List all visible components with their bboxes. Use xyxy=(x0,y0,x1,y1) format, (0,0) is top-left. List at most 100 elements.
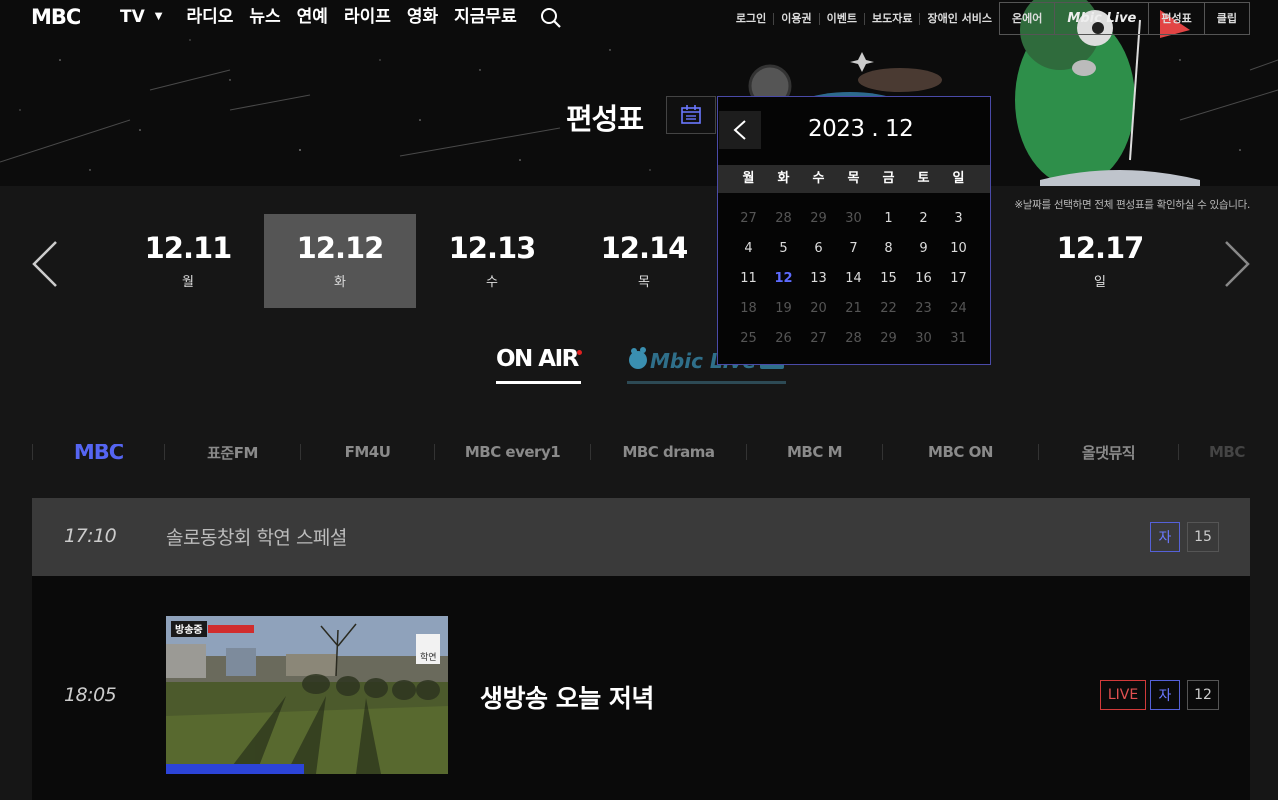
channel-more[interactable]: MBC xyxy=(1178,444,1250,460)
date-number: 12.17 xyxy=(1056,231,1145,265)
calendar-day[interactable]: 17 xyxy=(941,264,976,294)
calendar-grid: 27 28 29 30 1 2 3 4 5 6 7 8 9 10 11 12 1… xyxy=(731,204,981,354)
util-schedule[interactable]: 편성표 xyxy=(1149,2,1205,35)
weekday-label: 토 xyxy=(917,171,930,186)
channel-mbc-on[interactable]: MBC ON xyxy=(882,444,1038,460)
date-item[interactable]: 12.14 목 xyxy=(568,214,720,308)
calendar-day: 29 xyxy=(880,331,897,346)
calendar-day[interactable]: 13 xyxy=(801,264,836,294)
channel-all-that-music[interactable]: 올댓뮤직 xyxy=(1038,444,1178,460)
schedule-row-onair[interactable]: 18:05 방송중 학연 생방송 오늘 저녁 LIVE 자 12 xyxy=(32,576,1250,800)
nav-news[interactable]: 뉴스 xyxy=(249,5,280,29)
calendar-day: 28 xyxy=(775,211,792,226)
page-title: 편성표 xyxy=(566,102,644,136)
calendar-day: 25 xyxy=(740,331,757,346)
channel-every1[interactable]: MBC every1 xyxy=(434,444,590,460)
calendar-day[interactable]: 11 xyxy=(731,264,766,294)
channel-mbc-m[interactable]: MBC M xyxy=(746,444,882,460)
weekday-label: 목 xyxy=(847,171,860,186)
calendar-day[interactable]: 4 xyxy=(731,234,766,264)
calendar-day: 30 xyxy=(845,211,862,226)
date-number: 12.12 xyxy=(296,231,385,265)
date-item[interactable]: 12.17 일 xyxy=(1024,214,1176,308)
weekday-label: 화 xyxy=(777,171,790,186)
calendar-day: 21 xyxy=(845,301,862,316)
calendar-day: 27 xyxy=(740,211,757,226)
calendar-day: 23 xyxy=(915,301,932,316)
date-item-active[interactable]: 12.12 화 xyxy=(264,214,416,308)
calendar-day: 29 xyxy=(810,211,827,226)
program-time: 17:10 xyxy=(64,525,117,547)
channel-fm4u[interactable]: FM4U xyxy=(300,444,434,460)
schedule-row[interactable]: 17:10 솔로동창회 학연 스페셜 자 15 xyxy=(32,498,1250,576)
rating-badge: 15 xyxy=(1187,522,1219,552)
utility-menu: 로그인 이용권 이벤트 보도자료 장애인 서비스 온에어 Mbic Live 편… xyxy=(729,2,1250,35)
date-number: 12.14 xyxy=(600,231,689,265)
date-number: 12.11 xyxy=(144,231,233,265)
main-menu: TV ▼ 라디오 뉴스 연예 라이프 영화 지금무료 xyxy=(120,5,533,29)
chevron-down-icon: ▼ xyxy=(154,11,163,22)
nav-radio[interactable]: 라디오 xyxy=(186,5,233,29)
date-weekday: 월 xyxy=(182,275,194,290)
program-title: 생방송 오늘 저녁 xyxy=(480,684,654,713)
calendar-day[interactable]: 10 xyxy=(941,234,976,264)
program-title: 솔로동창회 학연 스페셜 xyxy=(166,527,347,549)
nav-tv-label: TV xyxy=(120,7,145,27)
calendar-day[interactable]: 3 xyxy=(941,204,976,234)
util-onair[interactable]: 온에어 xyxy=(1000,2,1056,35)
search-icon[interactable] xyxy=(540,7,562,29)
tab-underline xyxy=(496,381,581,384)
calendar-day[interactable]: 9 xyxy=(906,234,941,264)
util-mbic-live[interactable]: Mbic Live xyxy=(1055,2,1150,35)
calendar-weekdays: 월 화 수 목 금 토 일 xyxy=(718,165,990,193)
calendar-prev-month-button[interactable] xyxy=(719,111,761,149)
calendar-day: 27 xyxy=(810,331,827,346)
svg-text:학연: 학연 xyxy=(420,652,437,663)
calendar-day-selected[interactable]: 12 xyxy=(766,264,801,294)
calendar-day: 30 xyxy=(915,331,932,346)
calendar-day[interactable]: 8 xyxy=(871,234,906,264)
channel-standard-fm[interactable]: 표준FM xyxy=(164,444,300,460)
calendar-day[interactable]: 5 xyxy=(766,234,801,264)
nav-tv[interactable]: TV ▼ xyxy=(120,5,162,29)
nav-entertainment[interactable]: 연예 xyxy=(297,5,328,29)
live-badge: LIVE xyxy=(1100,680,1146,710)
calendar-day[interactable]: 6 xyxy=(801,234,836,264)
mbc-logo[interactable]: MBC xyxy=(31,5,81,29)
nav-movie[interactable]: 영화 xyxy=(407,5,438,29)
calendar-toggle-button[interactable] xyxy=(666,96,716,134)
util-accessibility[interactable]: 장애인 서비스 xyxy=(920,12,999,25)
chevron-left-icon xyxy=(733,120,746,140)
svg-text:방송중: 방송중 xyxy=(175,623,203,636)
date-item[interactable]: 12.13 수 xyxy=(416,214,568,308)
util-clip[interactable]: 클립 xyxy=(1205,2,1249,35)
calendar-day[interactable]: 16 xyxy=(906,264,941,294)
calendar-day: 31 xyxy=(950,331,967,346)
util-pass[interactable]: 이용권 xyxy=(774,12,820,25)
calendar-day[interactable]: 1 xyxy=(871,204,906,234)
channel-drama[interactable]: MBC drama xyxy=(590,444,746,460)
util-login[interactable]: 로그인 xyxy=(729,12,775,25)
calendar-header: 2023 . 12 xyxy=(718,97,990,165)
nav-life[interactable]: 라이프 xyxy=(344,5,391,29)
calendar-day[interactable]: 14 xyxy=(836,264,871,294)
program-thumbnail[interactable]: 방송중 학연 xyxy=(166,616,448,774)
live-dot-icon xyxy=(577,350,582,355)
util-event[interactable]: 이벤트 xyxy=(820,12,865,25)
util-press[interactable]: 보도자료 xyxy=(865,12,921,25)
date-weekday: 수 xyxy=(486,275,498,290)
calendar-day: 22 xyxy=(880,301,897,316)
next-week-button[interactable] xyxy=(1222,238,1252,290)
program-time: 18:05 xyxy=(64,684,117,706)
date-item[interactable]: 12.11 월 xyxy=(112,214,264,308)
calendar-day[interactable]: 2 xyxy=(906,204,941,234)
calendar-day[interactable]: 7 xyxy=(836,234,871,264)
calendar-day: 26 xyxy=(775,331,792,346)
prev-week-button[interactable] xyxy=(30,238,60,290)
channel-mbc[interactable]: MBC xyxy=(32,444,164,460)
tab-onair[interactable]: ON AIR xyxy=(496,346,582,384)
subtitle-badge: 자 xyxy=(1150,680,1180,710)
calendar-day[interactable]: 15 xyxy=(871,264,906,294)
nav-free-now[interactable]: 지금무료 xyxy=(454,5,517,29)
chevron-right-icon xyxy=(1225,241,1250,287)
